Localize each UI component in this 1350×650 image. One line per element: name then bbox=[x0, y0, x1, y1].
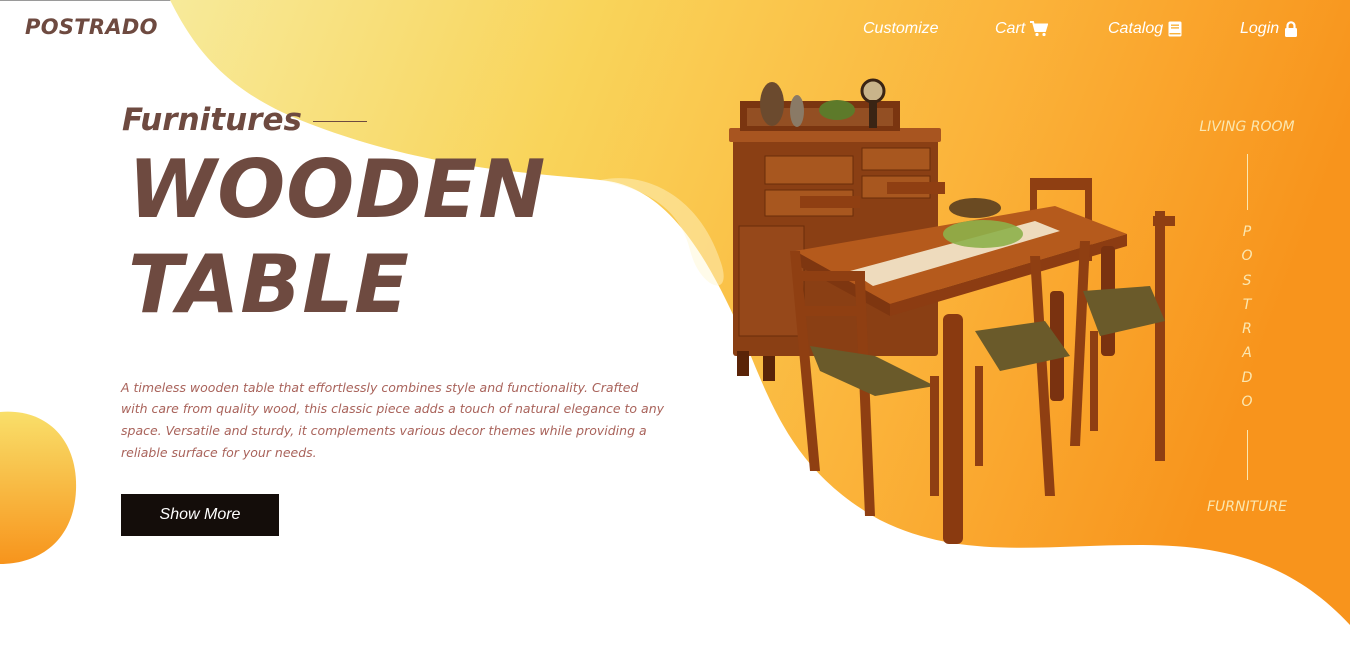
nav-login[interactable]: Login bbox=[1240, 18, 1298, 40]
lock-icon bbox=[1285, 21, 1298, 37]
book-icon bbox=[1168, 21, 1182, 37]
decorative-blob bbox=[0, 411, 77, 564]
side-letter: P bbox=[1242, 224, 1252, 240]
sideboard bbox=[729, 78, 941, 381]
product-image bbox=[729, 78, 1175, 544]
side-letter: A bbox=[1242, 345, 1252, 362]
hero-subtitle: Furnitures bbox=[122, 102, 302, 138]
side-letter: S bbox=[1242, 272, 1252, 289]
side-letter: R bbox=[1242, 321, 1252, 338]
nav-login-label: Login bbox=[1240, 20, 1280, 37]
side-letter: O bbox=[1241, 394, 1253, 411]
nav-customize-label: Customize bbox=[863, 20, 939, 37]
show-more-button[interactable]: Show More bbox=[121, 494, 279, 536]
hero-title-line1: WOODEN bbox=[128, 143, 547, 236]
side-label-top: LIVING ROOM bbox=[1199, 119, 1295, 135]
main-nav: Customize Cart Catalog Login bbox=[0, 18, 1350, 42]
landing-page: POSTRADO Customize Cart Catalog Login Fu… bbox=[0, 0, 1350, 650]
nav-customize[interactable]: Customize bbox=[863, 18, 939, 40]
nav-catalog[interactable]: Catalog bbox=[1108, 18, 1182, 40]
side-vertical-brand: P O S T R A D O bbox=[1237, 224, 1257, 418]
side-label-bottom: FURNITURE bbox=[1206, 499, 1287, 515]
side-divider-bottom bbox=[1247, 430, 1248, 480]
side-letter: D bbox=[1241, 369, 1253, 386]
nav-cart[interactable]: Cart bbox=[995, 18, 1049, 40]
side-letter: O bbox=[1241, 248, 1253, 265]
nav-catalog-label: Catalog bbox=[1108, 20, 1164, 37]
subtitle-divider bbox=[313, 121, 367, 122]
hero-description: A timeless wooden table that effortlessl… bbox=[121, 379, 665, 460]
side-divider-top bbox=[1247, 154, 1248, 210]
nav-cart-label: Cart bbox=[995, 20, 1026, 37]
hero-title-line2: TABLE bbox=[128, 238, 410, 331]
side-letter: T bbox=[1242, 296, 1252, 313]
cart-icon bbox=[1030, 21, 1049, 37]
